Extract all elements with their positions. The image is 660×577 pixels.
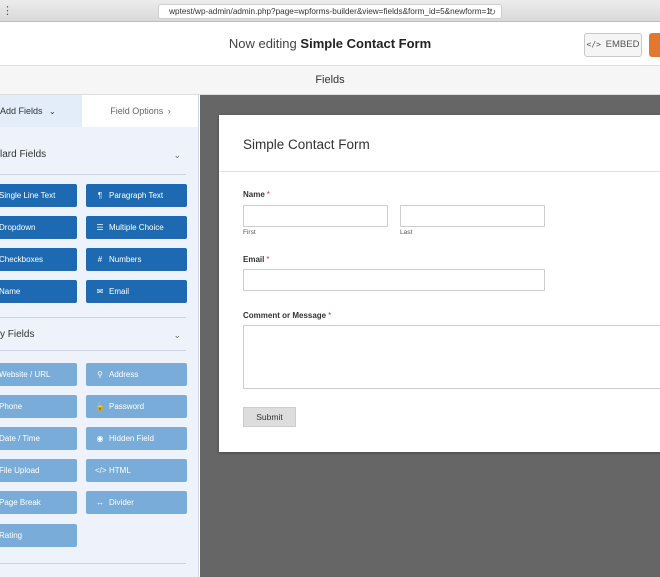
field-button-label: Multiple Choice <box>109 223 164 232</box>
field-button-label: Numbers <box>109 255 142 264</box>
field-button-label: Page Break <box>0 498 41 507</box>
field-button-label: Dropdown <box>0 223 36 232</box>
field-button-label: Phone <box>0 402 23 411</box>
field-button-address[interactable]: ⚲ Address <box>86 363 187 386</box>
email-field-label: Email * <box>243 255 269 264</box>
tab-add-fields-label: Add Fields <box>0 106 43 116</box>
fancy-fields-header[interactable]: y Fields ⌄ <box>0 320 198 350</box>
hash-icon: # <box>97 255 103 264</box>
arrows-h-icon: ↔ <box>96 498 104 507</box>
form-preview-card: Simple Contact Form Name * First Last Ema… <box>219 115 660 452</box>
form-title: Simple Contact Form <box>243 137 370 152</box>
field-button-email[interactable]: ✉ Email <box>86 280 187 303</box>
field-button-rating[interactable]: Rating <box>0 524 77 547</box>
field-button-hidden-field[interactable]: ◉ Hidden Field <box>86 427 187 450</box>
required-marker: * <box>266 255 270 264</box>
chevron-down-icon: ⌄ <box>173 150 181 160</box>
embed-label: EMBED <box>605 39 640 50</box>
map-pin-icon: ⚲ <box>97 370 103 379</box>
field-button-label: Website / URL <box>0 370 51 379</box>
field-button-divider[interactable]: ↔ Divider <box>86 491 187 514</box>
divider <box>0 350 186 351</box>
eye-slash-icon: ◉ <box>96 434 104 443</box>
builder-header: Now editing Simple Contact Form </> EMBE… <box>0 22 660 66</box>
field-button-label: Divider <box>109 498 134 507</box>
code-icon: </> <box>586 40 601 49</box>
code-icon: </> <box>95 466 107 475</box>
field-button-phone[interactable]: Phone <box>0 395 77 418</box>
first-name-input[interactable] <box>243 205 388 227</box>
divider <box>0 317 186 318</box>
chevron-right-icon: › <box>167 106 171 116</box>
field-button-label: Password <box>109 402 145 411</box>
field-button-label: Address <box>109 370 139 379</box>
field-button-website-url[interactable]: Website / URL <box>0 363 77 386</box>
address-bar-url: wptest/wp-admin/admin.php?page=wpforms-b… <box>169 7 491 16</box>
field-button-label: Name <box>0 287 21 296</box>
chevron-down-icon: ⌄ <box>49 107 56 116</box>
message-textarea[interactable] <box>243 325 660 389</box>
required-marker: * <box>266 190 270 199</box>
name-field-label: Name * <box>243 190 270 199</box>
field-button-page-break[interactable]: Page Break <box>0 491 77 514</box>
field-button-label: Email <box>109 287 130 296</box>
field-button-paragraph-text[interactable]: ¶ Paragraph Text <box>86 184 187 207</box>
divider <box>0 174 186 175</box>
editing-title: Now editing Simple Contact Form <box>0 36 660 51</box>
field-button-label: Hidden Field <box>109 434 154 443</box>
list-icon: ☰ <box>96 223 104 232</box>
field-button-dropdown[interactable]: Dropdown <box>0 216 77 239</box>
fields-sidebar: Add Fields ⌄ Field Options › lard Fields… <box>0 95 199 577</box>
envelope-icon: ✉ <box>96 287 104 296</box>
field-button-date-time[interactable]: Date / Time <box>0 427 77 450</box>
field-button-multiple-choice[interactable]: ☰ Multiple Choice <box>86 216 187 239</box>
tab-add-fields[interactable]: Add Fields ⌄ <box>0 95 82 127</box>
field-button-single-line-text[interactable]: Single Line Text <box>0 184 77 207</box>
email-label-text: Email <box>243 255 265 264</box>
save-button[interactable] <box>649 33 660 57</box>
section-title-bar: Fields <box>0 66 660 95</box>
tab-field-options-label: Field Options <box>110 106 164 116</box>
field-button-label: Single Line Text <box>0 191 56 200</box>
message-field-label: Comment or Message * <box>243 311 331 320</box>
address-bar[interactable]: wptest/wp-admin/admin.php?page=wpforms-b… <box>158 4 502 19</box>
divider <box>0 563 186 564</box>
field-button-numbers[interactable]: # Numbers <box>86 248 187 271</box>
tab-field-options[interactable]: Field Options › <box>82 95 198 127</box>
field-button-password[interactable]: 🔒 Password <box>86 395 187 418</box>
fancy-fields-title: y Fields <box>0 329 35 340</box>
chevron-down-icon: ⌄ <box>173 330 181 340</box>
paragraph-icon: ¶ <box>97 191 103 200</box>
field-button-label: HTML <box>109 466 131 475</box>
email-input[interactable] <box>243 269 545 291</box>
editing-prefix: Now editing <box>228 36 297 51</box>
lock-icon: 🔒 <box>95 402 105 411</box>
sidebar-tabs: Add Fields ⌄ Field Options › <box>0 95 198 127</box>
field-button-file-upload[interactable]: File Upload <box>0 459 77 482</box>
embed-button[interactable]: </> EMBED <box>584 33 642 57</box>
field-button-html[interactable]: </> HTML <box>86 459 187 482</box>
last-sublabel: Last <box>400 229 413 236</box>
field-button-label: Checkboxes <box>0 255 44 264</box>
field-button-label: Date / Time <box>0 434 40 443</box>
required-marker: * <box>328 311 332 320</box>
field-button-name[interactable]: Name <box>0 280 77 303</box>
name-label-text: Name <box>243 190 265 199</box>
field-button-checkboxes[interactable]: Checkboxes <box>0 248 77 271</box>
divider <box>219 171 660 172</box>
field-button-label: Paragraph Text <box>109 191 164 200</box>
submit-button[interactable]: Submit <box>243 407 296 427</box>
browser-toolbar: ⋮ wptest/wp-admin/admin.php?page=wpforms… <box>0 0 660 22</box>
editing-form-name: Simple Contact Form <box>300 36 432 51</box>
section-title: Fields <box>315 74 345 86</box>
standard-fields-title: lard Fields <box>0 149 47 160</box>
first-sublabel: First <box>243 229 256 236</box>
last-name-input[interactable] <box>400 205 545 227</box>
window-controls-fragment: ⋮ <box>2 5 13 17</box>
reload-icon[interactable]: ↻ <box>488 5 496 19</box>
field-button-label: File Upload <box>0 466 40 475</box>
standard-fields-header[interactable]: lard Fields ⌄ <box>0 140 198 170</box>
message-label-text: Comment or Message <box>243 311 327 320</box>
field-button-label: Rating <box>0 531 23 540</box>
